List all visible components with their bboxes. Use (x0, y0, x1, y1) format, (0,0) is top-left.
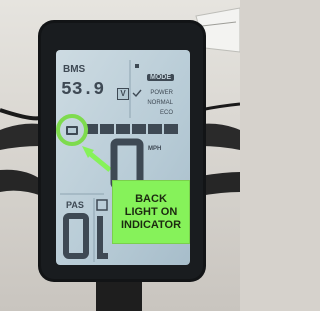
callout-line-2: LIGHT ON (124, 205, 178, 218)
mode-eco: ECO (159, 110, 173, 116)
voltage-unit: V (117, 88, 129, 100)
mode-normal: NORMAL (147, 100, 173, 106)
callout-line-3: INDICATOR (120, 218, 182, 231)
mode-badge: MODE (147, 74, 174, 81)
speed-unit: MPH (148, 146, 162, 152)
pas-label: PAS (66, 200, 84, 210)
mode-power: POWER (150, 90, 173, 96)
callout-line-1: BACK (135, 192, 167, 205)
backlight-indicator-icon (66, 126, 78, 135)
callout-box: BACK LIGHT ON INDICATOR (112, 180, 190, 244)
battery-voltage: 53.9 (61, 80, 105, 100)
ebike-display-photo (0, 0, 240, 311)
bms-label: BMS (63, 64, 86, 75)
status-icon (135, 64, 139, 68)
